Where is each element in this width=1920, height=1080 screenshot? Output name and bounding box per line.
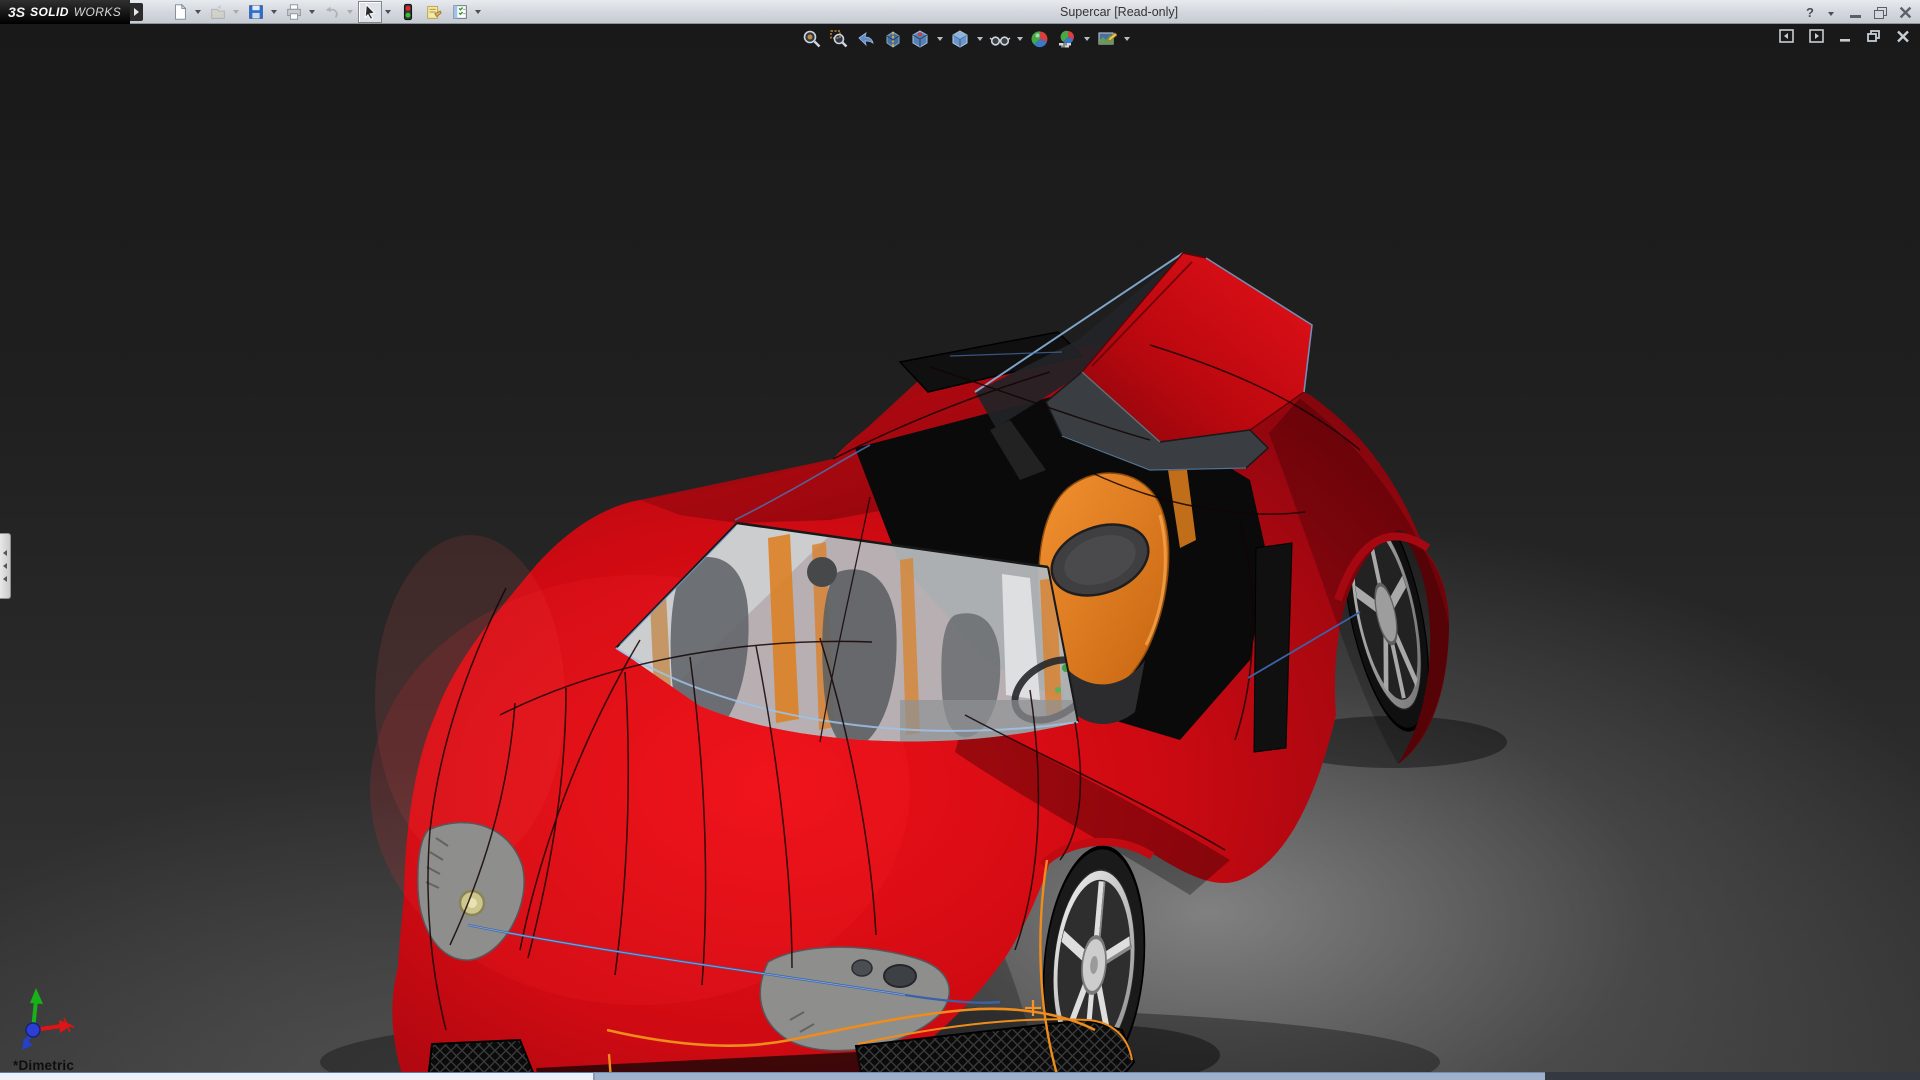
file-properties-button[interactable]: [422, 1, 446, 23]
collapse-arrow-icon: [3, 550, 7, 556]
print-button[interactable]: [282, 1, 306, 23]
apply-scene-icon: [1059, 30, 1074, 48]
open-dropdown[interactable]: [233, 10, 239, 14]
title-bar[interactable]: 3S SOLID WORKS Supercar [Read-only] ?: [0, 0, 1920, 24]
pane-toggle-right-button[interactable]: [1809, 29, 1824, 43]
save-icon: [249, 5, 263, 19]
help-dropdown[interactable]: [1828, 12, 1834, 16]
display-style-dropdown[interactable]: [977, 37, 983, 41]
display-style-icon: [952, 30, 968, 48]
display-style-button[interactable]: [948, 28, 972, 50]
previous-view-button[interactable]: [854, 28, 878, 50]
view-orientation-button[interactable]: [908, 28, 932, 50]
document-close-button[interactable]: [1896, 30, 1910, 43]
save-dropdown[interactable]: [271, 10, 277, 14]
select-button[interactable]: [358, 1, 382, 23]
side-intake: [1253, 542, 1293, 753]
flyout-arrow-icon: [134, 8, 139, 16]
view-orientation-label: *Dimetric: [13, 1058, 75, 1073]
zoom-to-fit-button[interactable]: [800, 28, 824, 50]
taskbar-segment: [1545, 1072, 1920, 1080]
zoom-to-area-icon: [830, 30, 848, 48]
edit-appearance-icon: [1031, 31, 1048, 48]
pane-toggle-left-button[interactable]: [1779, 29, 1794, 43]
taskbar-segment[interactable]: [595, 1072, 1545, 1080]
toolbar-flyout-arrow[interactable]: [130, 3, 143, 21]
new-document-icon: [175, 3, 187, 20]
car-model[interactable]: [370, 252, 1450, 1080]
view-settings-button[interactable]: [1095, 28, 1119, 50]
document-title: Supercar [Read-only]: [1060, 5, 1179, 19]
select-dropdown[interactable]: [385, 10, 391, 14]
zoom-to-area-button[interactable]: [827, 28, 851, 50]
new-document-button[interactable]: [168, 1, 192, 23]
apply-scene-button[interactable]: [1055, 28, 1079, 50]
document-window-controls: [1779, 29, 1910, 43]
options-button[interactable]: [448, 1, 472, 23]
rebuild-traffic-light-icon: [403, 3, 413, 21]
hide-show-items-button[interactable]: [988, 28, 1012, 50]
logo-solid: SOLID: [30, 5, 69, 19]
options-dropdown[interactable]: [475, 10, 481, 14]
previous-view-icon: [858, 32, 874, 47]
document-minimize-button[interactable]: [1839, 30, 1852, 43]
view-settings-icon: [1098, 32, 1117, 45]
rebuild-button[interactable]: [396, 1, 420, 23]
zoom-to-fit-icon: [803, 30, 821, 48]
save-button[interactable]: [244, 1, 268, 23]
print-dropdown[interactable]: [309, 10, 315, 14]
window-controls: ?: [1806, 0, 1912, 24]
y-axis-arrow: [30, 988, 43, 1004]
collapse-arrow-icon: [3, 576, 7, 582]
document-restore-button[interactable]: [1867, 29, 1881, 43]
open-button[interactable]: [206, 1, 230, 23]
viewport-3d[interactable]: [0, 24, 1920, 1080]
select-cursor-icon: [364, 3, 376, 20]
hide-show-items-icon: [989, 36, 1011, 46]
logo-works: WORKS: [73, 5, 122, 19]
file-properties-icon: [427, 6, 442, 19]
section-view-icon: [886, 31, 900, 48]
logo-mark: 3S: [8, 4, 26, 20]
triad-origin: [25, 1022, 41, 1038]
panel-splitter-handle[interactable]: [0, 533, 11, 599]
minimize-button[interactable]: [1850, 14, 1861, 18]
undo-dropdown[interactable]: [347, 10, 353, 14]
new-document-dropdown[interactable]: [195, 10, 201, 14]
print-icon: [287, 4, 301, 20]
taskbar-segment[interactable]: [0, 1072, 595, 1080]
solidworks-window: 3S SOLID WORKS Supercar [Read-only] ? *D…: [0, 0, 1920, 1080]
checker-base: [1059, 43, 1071, 48]
undo-button[interactable]: [320, 1, 344, 23]
close-button[interactable]: [1899, 6, 1912, 19]
heads-up-view-toolbar: [800, 27, 1132, 51]
undo-icon: [325, 6, 338, 18]
help-button[interactable]: ?: [1806, 5, 1814, 20]
open-icon: [211, 4, 225, 19]
section-view-button[interactable]: [881, 28, 905, 50]
apply-scene-dropdown[interactable]: [1084, 37, 1090, 41]
options-icon: [453, 5, 467, 19]
edit-appearance-button[interactable]: [1028, 28, 1052, 50]
standard-toolbar: [168, 1, 484, 23]
taskbar-sliver: [0, 1072, 1920, 1080]
solidworks-logo: 3S SOLID WORKS: [0, 0, 130, 24]
open-door[interactable]: [974, 252, 1313, 480]
view-orientation-icon: [912, 30, 928, 48]
collapse-arrow-icon: [3, 563, 7, 569]
orientation-triad: [22, 988, 75, 1050]
restore-button[interactable]: [1874, 6, 1887, 19]
hide-show-items-dropdown[interactable]: [1017, 37, 1023, 41]
graphics-area[interactable]: [0, 24, 1920, 1080]
view-orientation-dropdown[interactable]: [937, 37, 943, 41]
view-settings-dropdown[interactable]: [1124, 37, 1130, 41]
